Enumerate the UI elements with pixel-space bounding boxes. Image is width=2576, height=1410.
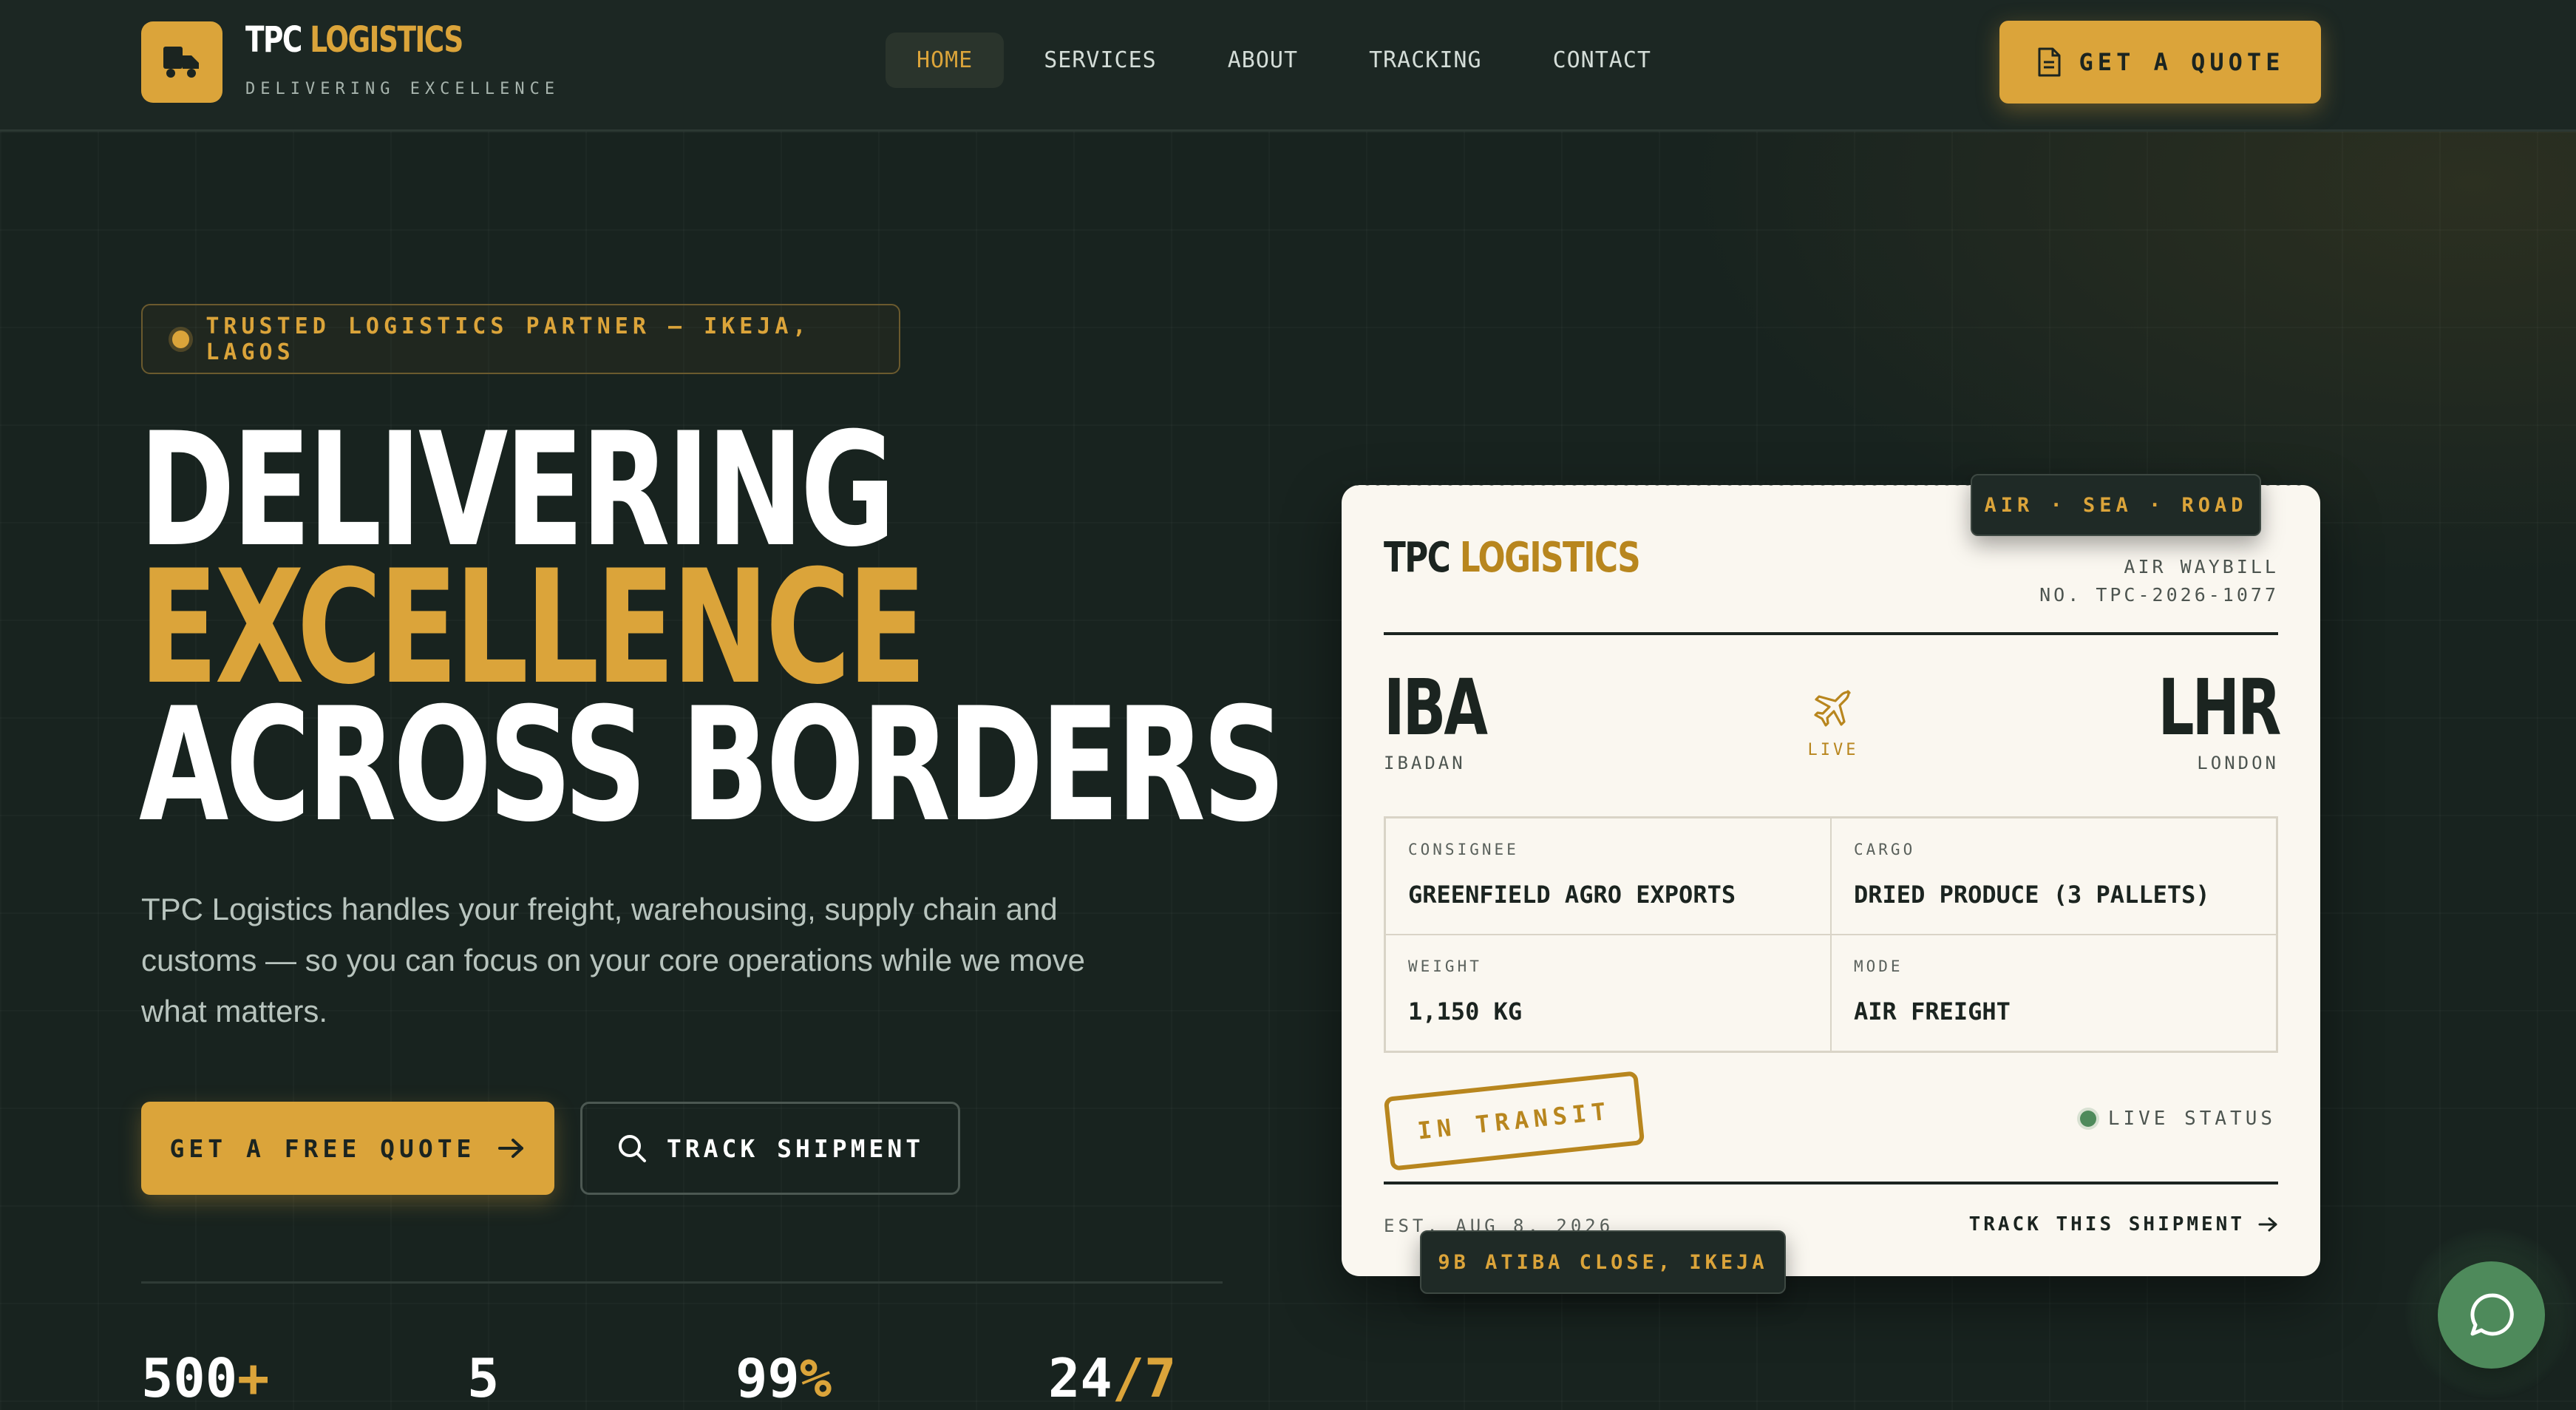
get-free-quote-button[interactable]: GET A FREE QUOTE xyxy=(141,1102,554,1195)
get-quote-button[interactable]: GET A QUOTE xyxy=(1999,21,2321,104)
trust-badge: TRUSTED LOGISTICS PARTNER — IKEJA, LAGOS xyxy=(141,304,900,374)
top-navigation: TPC LOGISTICS DELIVERING EXCELLENCE HOME… xyxy=(0,0,2576,132)
stat-value: 99 xyxy=(735,1347,800,1409)
card-rule-top xyxy=(1384,632,2278,635)
waybill-card: TPC LOGISTICS AIR WAYBILL NO. TPC-2026-1… xyxy=(1342,481,2320,1276)
stat-item: 5 xyxy=(467,1347,499,1409)
hero-headline: DELIVERING EXCELLENCE ACROSS BORDERS xyxy=(139,412,1285,856)
plane-icon xyxy=(1814,690,1851,727)
stat-suffix: + xyxy=(237,1347,270,1409)
consignee-value: GREENFIELD AGRO EXPORTS xyxy=(1408,881,1736,909)
track-this-shipment-link[interactable]: TRACK THIS SHIPMENT xyxy=(1969,1213,2279,1236)
stat-value: 24 xyxy=(1048,1347,1112,1409)
weight-value: 1,150 KG xyxy=(1408,997,1523,1026)
cargo-cell: CARGO DRIED PRODUCE (3 PALLETS) xyxy=(1831,818,2277,935)
chat-button[interactable] xyxy=(2438,1261,2545,1369)
search-icon xyxy=(618,1135,646,1162)
mode-label: MODE xyxy=(1854,957,1903,975)
card-rule-bottom xyxy=(1384,1182,2278,1184)
stat-suffix: /7 xyxy=(1112,1347,1177,1409)
weight-cell: WEIGHT 1,150 KG xyxy=(1385,935,1831,1051)
nav-item-tracking[interactable]: TRACKING xyxy=(1338,33,1513,88)
chat-icon xyxy=(2470,1292,2514,1335)
document-icon xyxy=(2038,47,2061,77)
waybill-brand-part1: TPC xyxy=(1384,534,1451,582)
mode-cell: MODE AIR FREIGHT xyxy=(1831,935,2277,1051)
track-shipment-label: TRACK SHIPMENT xyxy=(666,1133,925,1163)
stat-value: 500 xyxy=(141,1347,238,1409)
address-tag: 9B ATIBA CLOSE, IKEJA xyxy=(1420,1230,1786,1294)
in-transit-stamp: IN TRANSIT xyxy=(1383,1071,1645,1171)
transport-modes-tag: AIR · SEA · ROAD xyxy=(1971,474,2261,536)
arrow-right-icon xyxy=(2258,1217,2277,1232)
consignee-cell: CONSIGNEE GREENFIELD AGRO EXPORTS xyxy=(1385,818,1831,935)
get-free-quote-label: GET A FREE QUOTE xyxy=(169,1133,476,1163)
headline-line-3: ACROSS BORDERS xyxy=(139,674,1285,856)
brand-name[interactable]: TPC LOGISTICS xyxy=(245,19,463,61)
live-status-text: LIVE STATUS xyxy=(2107,1108,2276,1130)
waybill-number-block: AIR WAYBILL NO. TPC-2026-1077 xyxy=(2039,553,2279,609)
stat-item: 24/7 xyxy=(1048,1347,1176,1409)
origin-city: IBADAN xyxy=(1384,753,1466,773)
hero-subtext: TPC Logistics handles your freight, ware… xyxy=(141,892,1085,1028)
trust-badge-text: TRUSTED LOGISTICS PARTNER — IKEJA, LAGOS xyxy=(205,313,811,365)
cargo-label: CARGO xyxy=(1854,841,1916,858)
track-shipment-button[interactable]: TRACK SHIPMENT xyxy=(580,1102,960,1195)
live-status: LIVE STATUS xyxy=(2079,1108,2276,1130)
waybill-brand-part2: LOGISTICS xyxy=(1459,534,1641,582)
destination-city: LONDON xyxy=(2197,753,2279,773)
brand-name-part1: TPC xyxy=(245,19,302,61)
awb-number: NO. TPC-2026-1077 xyxy=(2039,584,2279,606)
weight-label: WEIGHT xyxy=(1408,957,1482,975)
nav-item-contact[interactable]: CONTACT xyxy=(1522,33,1682,88)
stat-item: 99% xyxy=(735,1347,832,1409)
badge-dot-icon xyxy=(172,330,190,348)
consignee-label: CONSIGNEE xyxy=(1408,841,1519,858)
stat-suffix: % xyxy=(799,1347,832,1409)
track-this-shipment-label: TRACK THIS SHIPMENT xyxy=(1968,1213,2245,1236)
nav-item-services[interactable]: SERVICES xyxy=(1013,33,1188,88)
stat-item: 500+ xyxy=(141,1347,269,1409)
brand-tagline: DELIVERING EXCELLENCE xyxy=(245,80,560,98)
stats-divider xyxy=(141,1281,1223,1284)
nav-item-about[interactable]: ABOUT xyxy=(1197,33,1329,88)
destination-code: LHR xyxy=(2158,662,2281,753)
live-dot-icon xyxy=(2079,1111,2096,1127)
truck-icon xyxy=(163,47,199,78)
brand-name-part2: LOGISTICS xyxy=(310,19,463,61)
stat-value: 5 xyxy=(467,1347,500,1409)
logo[interactable] xyxy=(141,21,222,103)
awb-label: AIR WAYBILL xyxy=(2124,556,2279,577)
nav-item-home[interactable]: HOME xyxy=(886,33,1005,88)
nav-links: HOME SERVICES ABOUT TRACKING CONTACT xyxy=(886,33,1682,88)
live-label: LIVE xyxy=(1807,741,1859,759)
cargo-value: DRIED PRODUCE (3 PALLETS) xyxy=(1854,881,2210,909)
waybill-brand: TPC LOGISTICS xyxy=(1384,534,1641,582)
get-quote-label: GET A QUOTE xyxy=(2079,48,2285,76)
arrow-right-icon xyxy=(498,1139,524,1158)
shipment-details-grid: CONSIGNEE GREENFIELD AGRO EXPORTS CARGO … xyxy=(1384,816,2278,1053)
mode-value: AIR FREIGHT xyxy=(1854,997,2011,1026)
origin-code: IBA xyxy=(1384,662,1488,753)
